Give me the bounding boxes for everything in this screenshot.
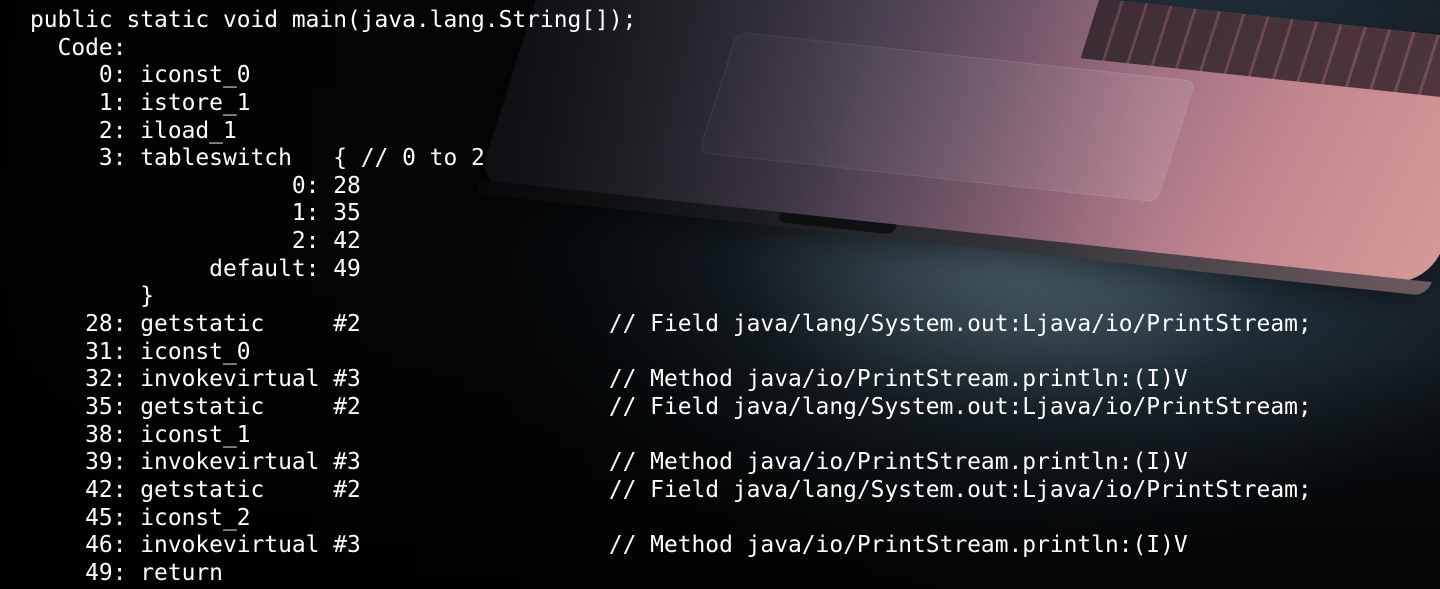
code-line: 32: invokevirtual #3 // Method java/io/P… <box>30 366 1188 393</box>
code-line: 28: getstatic #2 // Field java/lang/Syst… <box>30 311 1312 338</box>
code-line: 0: 28 <box>30 172 361 199</box>
code-line: 45: iconst_2 <box>30 504 251 531</box>
code-line: 1: 35 <box>30 200 361 227</box>
code-line: 49: return <box>30 559 223 586</box>
code-line: 2: 42 <box>30 228 361 255</box>
code-line: 35: getstatic #2 // Field java/lang/Syst… <box>30 393 1312 420</box>
code-line: 31: iconst_0 <box>30 338 251 365</box>
code-line: 42: getstatic #2 // Field java/lang/Syst… <box>30 476 1312 503</box>
code-line: 39: invokevirtual #3 // Method java/io/P… <box>30 449 1188 476</box>
code-line: 2: iload_1 <box>30 117 237 144</box>
code-line: } <box>30 283 155 310</box>
code-line: default: 49 <box>30 255 361 282</box>
code-line: 3: tableswitch { // 0 to 2 <box>30 145 485 172</box>
code-line-signature: public static void main(java.lang.String… <box>30 7 637 33</box>
bytecode-listing: public static void main(java.lang.String… <box>30 7 1312 587</box>
code-line: Code: <box>30 34 127 61</box>
code-line: 0: iconst_0 <box>30 62 251 89</box>
code-line: 46: invokevirtual #3 // Method java/io/P… <box>30 532 1188 559</box>
code-line: 38: iconst_1 <box>30 421 251 448</box>
code-line: 1: istore_1 <box>30 89 251 116</box>
